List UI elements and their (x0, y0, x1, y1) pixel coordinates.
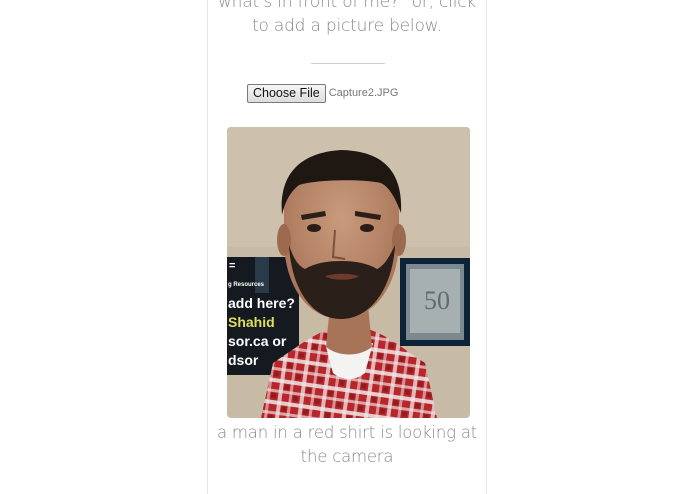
poster-line-3: Shahid (228, 314, 275, 330)
selected-file-name: Capture2.JPG (328, 87, 399, 99)
frame-right: 50 (400, 258, 470, 346)
file-input[interactable]: Choose File Capture2.JPG (247, 83, 398, 103)
frame-text: 50 (424, 286, 450, 315)
instructions-text: what's in front of me?" or, click to add… (217, 0, 477, 36)
poster-line-1: g Resources (228, 282, 265, 288)
result-caption: a man in a red shirt is looking at the c… (216, 423, 478, 466)
svg-text:=: = (229, 260, 235, 272)
poster-line-5: dsor (228, 352, 259, 368)
page: what's in front of me?" or, click to add… (0, 0, 695, 494)
poster-line-2: add here? (228, 295, 295, 311)
uploaded-photo: = g Resources add here? Shahid sor.ca or… (227, 127, 470, 418)
poster-line-4: sor.ca or (228, 333, 287, 349)
content-card: what's in front of me?" or, click to add… (207, 0, 487, 494)
choose-file-button[interactable]: Choose File (247, 83, 326, 103)
divider (311, 63, 385, 64)
